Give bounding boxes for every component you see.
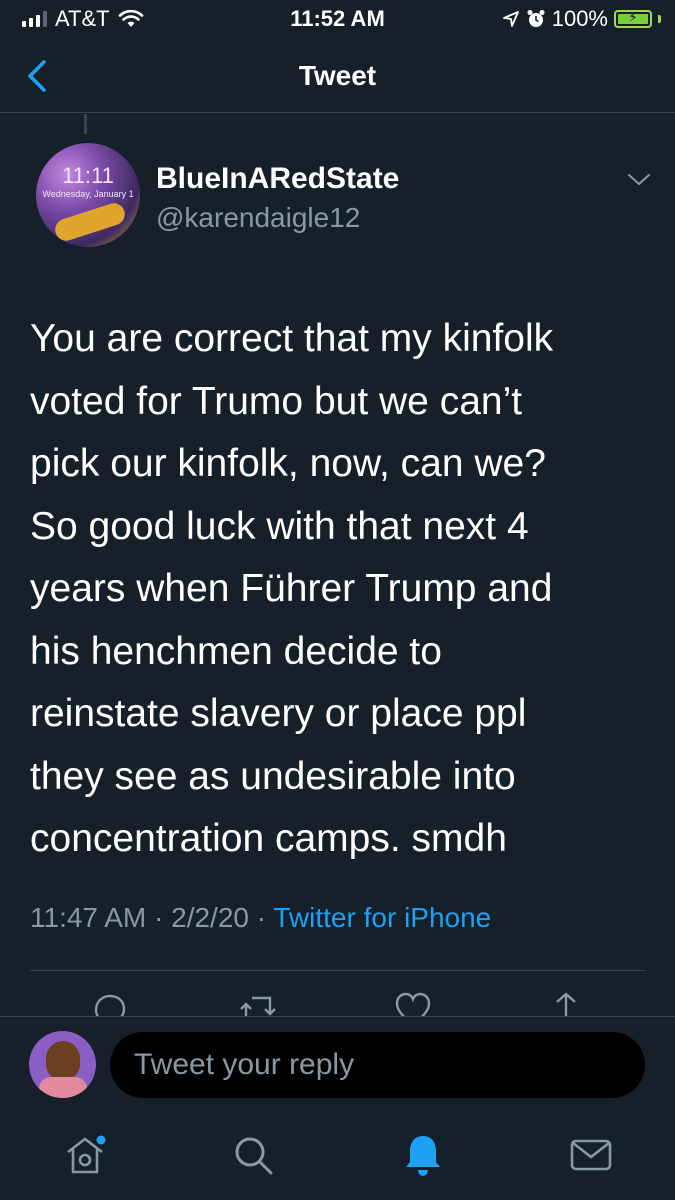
nav-header: Tweet: [0, 40, 675, 113]
battery-tip: [658, 15, 661, 23]
alarm-icon: [527, 10, 545, 27]
tweet-time: 11:47 AM: [30, 902, 147, 933]
home-icon[interactable]: [60, 1130, 110, 1180]
avatar-date: Wednesday, January 1: [42, 189, 134, 199]
avatar-time: 11:11: [62, 163, 114, 188]
thread-connector: [84, 114, 87, 134]
user-avatar[interactable]: [29, 1031, 96, 1098]
meta-separator: ·: [256, 902, 267, 933]
status-right: 100% ⚡: [502, 6, 661, 32]
battery-icon: ⚡: [614, 9, 652, 28]
chevron-down-icon[interactable]: [624, 170, 654, 190]
author-handle[interactable]: @karendaigle12: [156, 202, 360, 234]
author-display-name[interactable]: BlueInARedState: [156, 162, 399, 196]
author-avatar[interactable]: 11:11 Wednesday, January 1: [36, 143, 140, 247]
tab-bar: [0, 1112, 675, 1200]
battery-percent: 100%: [551, 6, 608, 31]
divider: [30, 970, 646, 971]
avatar-face: [46, 1041, 80, 1081]
reply-input[interactable]: [110, 1032, 645, 1098]
tweet-text: You are correct that my kinfolk voted fo…: [30, 317, 554, 860]
avatar-guitar: [52, 200, 128, 244]
reply-bar: [0, 1016, 675, 1113]
avatar-shirt: [39, 1077, 87, 1098]
tweet-actions: [0, 990, 675, 1016]
share-icon[interactable]: [546, 990, 586, 1016]
notifications-icon[interactable]: [398, 1130, 448, 1180]
retweet-icon[interactable]: [238, 990, 278, 1016]
location-arrow-icon: [502, 11, 519, 27]
reply-icon[interactable]: [90, 990, 130, 1016]
search-icon[interactable]: [228, 1130, 278, 1180]
status-bar: AT&T 11:52 AM 100% ⚡: [0, 0, 675, 38]
tweet-meta: 11:47 AM · 2/2/20 · Twitter for iPhone: [30, 902, 491, 934]
page-title: Tweet: [298, 60, 377, 91]
meta-separator: ·: [154, 902, 164, 933]
like-icon[interactable]: [393, 990, 433, 1016]
tweet-source-link[interactable]: Twitter for iPhone: [273, 902, 491, 933]
messages-icon[interactable]: [566, 1130, 616, 1180]
tweet-date: 2/2/20: [171, 902, 249, 933]
